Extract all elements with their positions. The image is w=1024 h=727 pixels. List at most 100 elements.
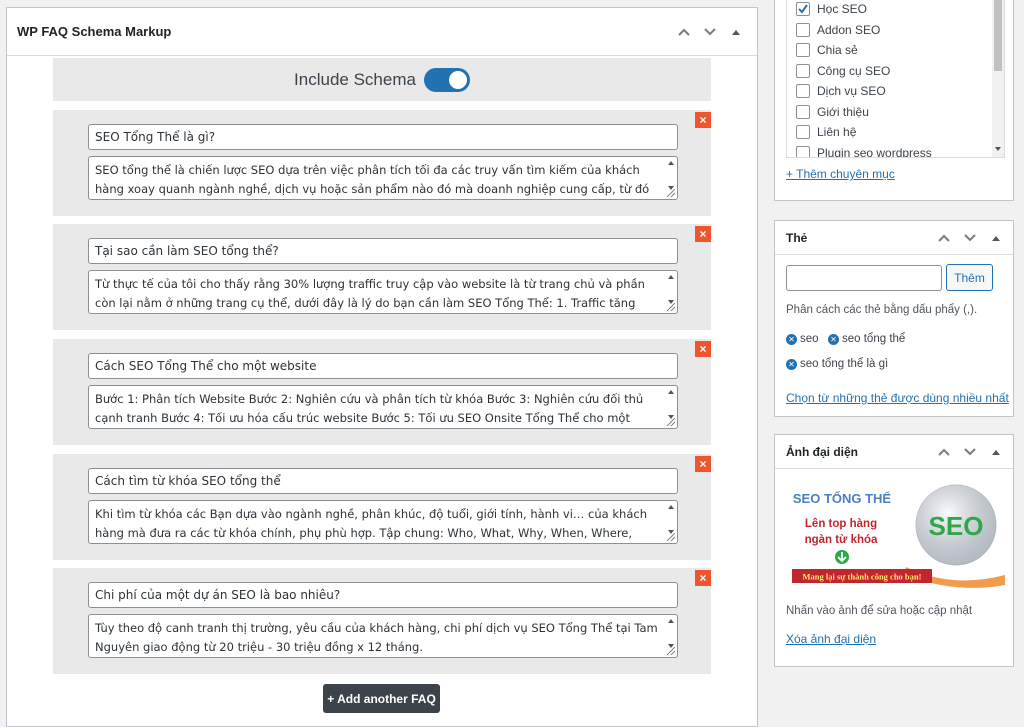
- faq-question-input[interactable]: Cách SEO Tổng Thể cho một website: [88, 353, 678, 379]
- move-up-icon[interactable]: [673, 21, 695, 43]
- category-checkbox[interactable]: [796, 84, 810, 99]
- image-banner: Mang lại sự thành công cho bạn!: [803, 572, 922, 582]
- scroll-up-icon[interactable]: [667, 619, 674, 623]
- resize-grip-icon[interactable]: [667, 418, 675, 426]
- category-checkbox[interactable]: [796, 22, 810, 37]
- faq-answer-text: Tùy theo độ canh tranh thị trường, yêu c…: [95, 621, 658, 654]
- category-scroll-thumb[interactable]: [994, 0, 1002, 71]
- faq-item: Cách SEO Tổng Thể cho một website Bước 1:…: [53, 339, 711, 445]
- category-item[interactable]: Liên hệ: [787, 122, 1004, 143]
- featured-image-graphic: SEO SEO TỔNG THỂ Lên top hàng ngàn từ kh…: [792, 484, 1005, 588]
- faq-question-input[interactable]: Cách tìm từ khóa SEO tổng thể: [88, 468, 678, 494]
- tags-handle-actions: [933, 227, 1007, 249]
- category-item[interactable]: Học SEO: [787, 0, 1004, 20]
- tag-chip: ✕ seo tổng thể: [828, 333, 905, 345]
- new-tag-input[interactable]: [786, 265, 942, 291]
- category-item[interactable]: Công cụ SEO: [787, 61, 1004, 82]
- featured-image-hint: Nhấn vào ảnh để sửa hoặc cập nhật: [786, 605, 973, 617]
- category-label: Học SEO: [817, 2, 868, 17]
- faq-answer-text: Bước 1: Phân tích Website Bước 2: Nghiên…: [95, 392, 644, 425]
- featured-image-handle-actions: [933, 441, 1007, 463]
- faq-question-input[interactable]: SEO Tổng Thể là gì?: [88, 124, 678, 150]
- categories-postbox: Học SEO Addon SEO Chia sẻ Công cụ SEO Dịch v…: [774, 0, 1014, 201]
- category-label: Chia sẻ: [817, 43, 858, 58]
- remove-featured-image-link[interactable]: Xóa ảnh đại diện: [786, 632, 876, 646]
- tag-chip: ✕ seo: [786, 333, 819, 345]
- featured-image-title: Ảnh đại diện: [786, 444, 858, 459]
- faq-answer-textarea[interactable]: Khi tìm từ khóa các Bạn dựa vào ngành ng…: [88, 500, 678, 544]
- category-item[interactable]: Dịch vụ SEO: [787, 81, 1004, 102]
- faq-answer-text: Từ thực tế của tôi cho thấy rằng 30% lượ…: [95, 277, 645, 310]
- featured-image-postbox: Ảnh đại diện SEO SEO TỔNG THỂ Lên top hà…: [774, 434, 1014, 667]
- image-line2: ngàn từ khóa: [805, 534, 878, 546]
- category-checkbox[interactable]: [796, 125, 810, 140]
- category-item[interactable]: Giới thiệu: [787, 102, 1004, 123]
- faq-answer-textarea[interactable]: Từ thực tế của tôi cho thấy rằng 30% lượ…: [88, 270, 678, 314]
- scroll-up-icon[interactable]: [667, 505, 674, 509]
- category-checkbox[interactable]: [796, 145, 810, 157]
- faq-answer-textarea[interactable]: Tùy theo độ canh tranh thị trường, yêu c…: [88, 614, 678, 658]
- move-down-icon[interactable]: [959, 227, 981, 249]
- scroll-down-icon[interactable]: [995, 147, 1001, 151]
- remove-tag-icon[interactable]: ✕: [786, 333, 797, 345]
- featured-image-header: Ảnh đại diện: [775, 435, 1013, 469]
- tag-label: seo: [800, 333, 819, 345]
- scroll-up-icon[interactable]: [667, 161, 674, 165]
- resize-grip-icon[interactable]: [667, 533, 675, 541]
- remove-faq-button[interactable]: ×: [695, 226, 711, 242]
- faq-answer-textarea[interactable]: Bước 1: Phân tích Website Bước 2: Nghiên…: [88, 385, 678, 429]
- scroll-up-icon[interactable]: [667, 275, 674, 279]
- faq-item: Tại sao cần làm SEO tổng thể? Từ thực tế …: [53, 224, 711, 330]
- faq-answer-textarea[interactable]: SEO tổng thể là chiến lược SEO dựa trên …: [88, 156, 678, 200]
- tags-postbox: Thẻ Thêm Phân cách các thẻ bằng dấu phẩy…: [774, 220, 1014, 417]
- add-category-link[interactable]: + Thêm chuyên mục: [786, 167, 895, 181]
- category-scrollbar[interactable]: [992, 0, 1004, 157]
- faq-handle-actions: [673, 21, 747, 43]
- include-schema-bar: Include Schema: [53, 58, 711, 101]
- category-checklist[interactable]: Học SEO Addon SEO Chia sẻ Công cụ SEO Dịch v…: [786, 0, 1005, 158]
- faq-item: Cách tìm từ khóa SEO tổng thể Khi tìm từ …: [53, 454, 711, 560]
- faq-schema-postbox: WP FAQ Schema Markup Include Schema SEO …: [6, 7, 758, 727]
- remove-faq-button[interactable]: ×: [695, 570, 711, 586]
- resize-grip-icon[interactable]: [667, 303, 675, 311]
- faq-answer-text: SEO tổng thể là chiến lược SEO dựa trên …: [95, 163, 650, 196]
- tag-label: seo tổng thể là gì: [800, 358, 889, 370]
- include-schema-toggle[interactable]: [423, 67, 470, 92]
- move-up-icon[interactable]: [933, 441, 955, 463]
- category-checkbox[interactable]: [796, 43, 810, 58]
- most-used-tags-link[interactable]: Chọn từ những thẻ được dùng nhiều nhất: [786, 391, 1009, 405]
- move-down-icon[interactable]: [959, 441, 981, 463]
- resize-grip-icon[interactable]: [667, 647, 675, 655]
- collapse-toggle-icon[interactable]: [985, 227, 1007, 249]
- category-label: Dịch vụ SEO: [817, 84, 886, 99]
- resize-grip-icon[interactable]: [667, 189, 675, 197]
- faq-question-input[interactable]: Tại sao cần làm SEO tổng thể?: [88, 238, 678, 264]
- collapse-toggle-icon[interactable]: [725, 21, 747, 43]
- category-label: Addon SEO: [817, 22, 881, 37]
- add-tag-button[interactable]: Thêm: [946, 264, 993, 291]
- category-item[interactable]: Chia sẻ: [787, 40, 1004, 61]
- category-checkbox[interactable]: [796, 63, 810, 78]
- faq-item: Chi phí của một dự án SEO là bao nhiêu? T…: [53, 568, 711, 674]
- remove-tag-icon[interactable]: ✕: [786, 358, 797, 370]
- image-headline: SEO TỔNG THỂ: [793, 491, 892, 506]
- remove-tag-icon[interactable]: ✕: [828, 333, 839, 345]
- faq-question-input[interactable]: Chi phí của một dự án SEO là bao nhiêu?: [88, 582, 678, 608]
- remove-faq-button[interactable]: ×: [695, 112, 711, 128]
- faq-postbox-title: WP FAQ Schema Markup: [17, 24, 172, 39]
- include-schema-label: Include Schema: [294, 69, 416, 89]
- move-up-icon[interactable]: [933, 227, 955, 249]
- remove-faq-button[interactable]: ×: [695, 456, 711, 472]
- tag-chip: ✕ seo tổng thể là gì: [786, 358, 888, 370]
- category-checkbox[interactable]: [796, 104, 810, 119]
- category-item[interactable]: Addon SEO: [787, 20, 1004, 41]
- move-down-icon[interactable]: [699, 21, 721, 43]
- scroll-up-icon[interactable]: [667, 390, 674, 394]
- remove-faq-button[interactable]: ×: [695, 341, 711, 357]
- category-item[interactable]: Plugin seo wordpress: [787, 143, 1004, 157]
- category-checkbox[interactable]: [796, 2, 810, 17]
- tags-title: Thẻ: [786, 230, 808, 245]
- featured-image[interactable]: SEO SEO TỔNG THỂ Lên top hàng ngàn từ kh…: [786, 479, 1005, 592]
- collapse-toggle-icon[interactable]: [985, 441, 1007, 463]
- add-faq-button[interactable]: + Add another FAQ: [323, 684, 440, 713]
